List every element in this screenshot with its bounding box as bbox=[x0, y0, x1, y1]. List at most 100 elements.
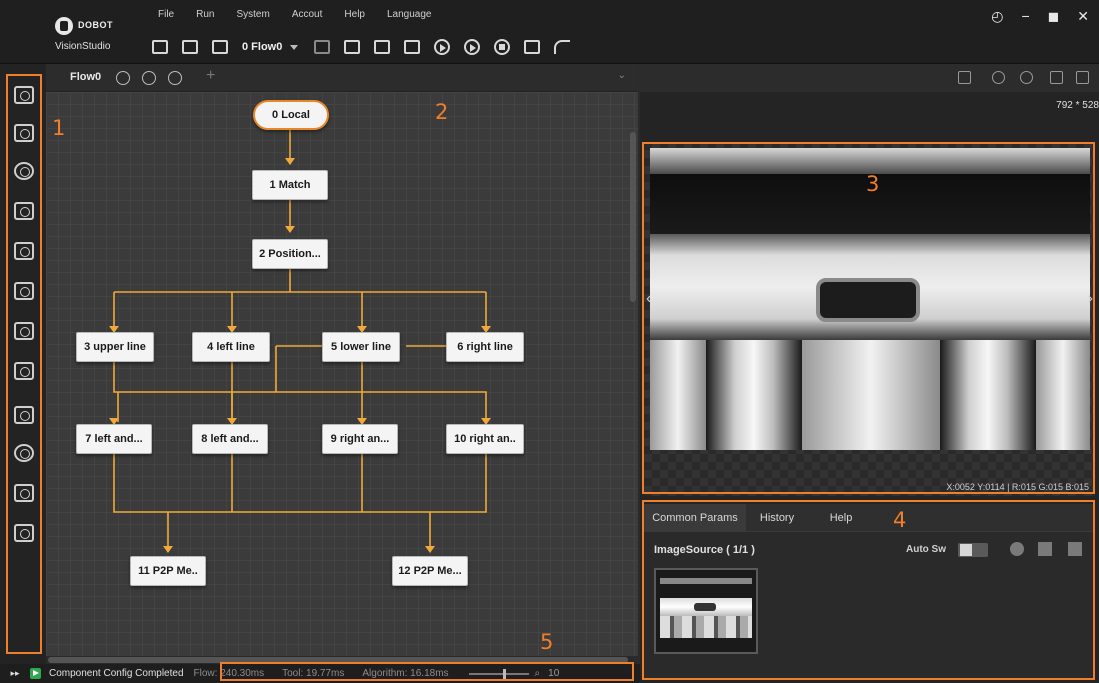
window-controls: ◴ − ◼ ✕ bbox=[991, 8, 1089, 25]
pixel-info: X:0052 Y:0114 | R:015 G:015 B:015 bbox=[946, 482, 1089, 492]
next-image-icon[interactable]: › bbox=[1088, 290, 1093, 308]
flow-node-left-and-2[interactable]: 8 left and... bbox=[192, 424, 268, 454]
scroll-thumb[interactable] bbox=[48, 657, 628, 663]
status-ok-icon bbox=[30, 668, 41, 679]
menu-help[interactable]: Help bbox=[344, 9, 365, 20]
params-panel: Common Params History Help ImageSource (… bbox=[644, 504, 1095, 680]
flow-node-lower-line[interactable]: 5 lower line bbox=[322, 332, 400, 362]
tab-help[interactable]: Help bbox=[808, 504, 874, 532]
flow-node-right-line[interactable]: 6 right line bbox=[446, 332, 524, 362]
align-icon[interactable] bbox=[14, 322, 34, 340]
calibrate-icon[interactable] bbox=[14, 282, 34, 300]
flow-node-p2p-12[interactable]: 12 P2P Me... bbox=[392, 556, 468, 586]
zoom-slider-knob[interactable] bbox=[502, 668, 506, 679]
frame-icon[interactable] bbox=[524, 40, 541, 54]
toolbox bbox=[0, 64, 46, 664]
brand-name: DOBOT bbox=[78, 20, 113, 30]
menu-bar: File Run System Accout Help Language bbox=[158, 9, 453, 20]
fullscreen-icon[interactable] bbox=[1076, 71, 1089, 84]
image-block bbox=[650, 340, 706, 450]
zoom-out-icon[interactable] bbox=[1020, 71, 1033, 84]
zoom-slider[interactable] bbox=[468, 668, 529, 679]
flow-vertical-scrollbar[interactable] bbox=[630, 132, 636, 302]
add-icon[interactable] bbox=[1010, 542, 1024, 556]
delete-icon[interactable] bbox=[1068, 542, 1082, 556]
vm-icon[interactable] bbox=[374, 40, 391, 54]
image-block bbox=[940, 340, 1036, 450]
logic-icon[interactable] bbox=[14, 444, 34, 462]
prev-image-icon[interactable]: ‹ bbox=[646, 290, 651, 308]
recognize-icon[interactable] bbox=[14, 242, 34, 260]
algorithm-time: Algorithm: 16.18ms bbox=[362, 668, 449, 679]
device-icon[interactable] bbox=[404, 40, 421, 54]
tools-icon[interactable] bbox=[14, 86, 34, 104]
expand-icon[interactable]: ▸▸ bbox=[0, 668, 30, 679]
auto-switch-label: Auto Sw bbox=[906, 544, 946, 555]
flow-horizontal-scrollbar[interactable] bbox=[46, 656, 638, 664]
menu-language[interactable]: Language bbox=[387, 9, 432, 20]
flow-node-right-and-2[interactable]: 10 right an.. bbox=[446, 424, 524, 454]
tab-history[interactable]: History bbox=[746, 504, 808, 532]
if-icon[interactable] bbox=[14, 484, 34, 502]
close-icon[interactable]: ✕ bbox=[1077, 8, 1089, 25]
add-flow-icon[interactable]: + bbox=[206, 67, 215, 85]
measure-icon[interactable] bbox=[14, 202, 34, 220]
open-folder-icon[interactable] bbox=[212, 40, 228, 54]
flow-node-upper-line[interactable]: 3 upper line bbox=[76, 332, 154, 362]
menu-system[interactable]: System bbox=[236, 9, 269, 20]
app-logo: DOBOT VisionStudio bbox=[55, 13, 145, 55]
fit-window-icon[interactable] bbox=[958, 71, 971, 84]
annotation-number-5: 5 bbox=[540, 630, 554, 654]
tool-time: Tool: 19.77ms bbox=[282, 668, 345, 679]
save-icon[interactable] bbox=[182, 40, 198, 54]
flow-node-right-and-1[interactable]: 9 right an... bbox=[322, 424, 398, 454]
camera-icon[interactable] bbox=[14, 124, 34, 142]
flow-node-p2p-11[interactable]: 11 P2P Me.. bbox=[130, 556, 206, 586]
tab-common-params[interactable]: Common Params bbox=[644, 504, 746, 532]
image-block bbox=[1036, 340, 1090, 450]
chevron-down-icon[interactable] bbox=[290, 44, 299, 50]
new-solution-icon[interactable] bbox=[152, 40, 168, 54]
tab-flow0[interactable]: Flow0 bbox=[70, 71, 101, 83]
stop-icon[interactable] bbox=[494, 39, 511, 55]
flow-time: Flow: 240.30ms bbox=[193, 668, 265, 679]
menu-file[interactable]: File bbox=[158, 9, 174, 20]
chevron-down-icon[interactable]: ⌄ bbox=[618, 70, 626, 81]
run-flow-icon[interactable] bbox=[116, 71, 130, 85]
run-loop-icon[interactable] bbox=[464, 39, 481, 55]
settings-icon[interactable]: ◴ bbox=[991, 8, 1003, 25]
menu-run[interactable]: Run bbox=[196, 9, 214, 20]
zoom-in-icon[interactable] bbox=[992, 71, 1005, 84]
run-once-icon[interactable] bbox=[434, 39, 451, 55]
image-resolution: 792 * 528 bbox=[1056, 100, 1099, 111]
folder-icon[interactable] bbox=[1038, 542, 1052, 556]
loop-flow-icon[interactable] bbox=[142, 71, 156, 85]
flow-select[interactable]: 0 Flow0 bbox=[242, 41, 282, 53]
flow-node-match[interactable]: 1 Match bbox=[252, 170, 328, 200]
color-icon[interactable] bbox=[14, 406, 34, 424]
flow-tab-bar: Flow0 + ⌄ bbox=[46, 64, 638, 92]
zoom-value: 10 bbox=[548, 668, 560, 679]
flow-panel: Flow0 + ⌄ 0 Local 1 Match 2 Position... … bbox=[46, 64, 638, 664]
image-process-icon[interactable] bbox=[14, 362, 34, 380]
menu-account[interactable]: Accout bbox=[292, 9, 323, 20]
minimize-icon[interactable]: − bbox=[1021, 8, 1029, 25]
flow-node-position[interactable]: 2 Position... bbox=[252, 239, 328, 269]
locate-icon[interactable] bbox=[14, 162, 34, 180]
auto-switch-toggle[interactable] bbox=[958, 543, 988, 557]
comm-icon[interactable] bbox=[14, 524, 34, 542]
status-message: Component Config Completed bbox=[49, 668, 184, 679]
image-thumbnail[interactable] bbox=[654, 568, 758, 654]
thumb-region bbox=[660, 578, 752, 584]
thumb-region bbox=[694, 603, 716, 611]
flow-node-local[interactable]: 0 Local bbox=[253, 100, 329, 130]
network-icon[interactable] bbox=[344, 40, 361, 54]
undo-icon[interactable] bbox=[554, 40, 571, 54]
stop-flow-icon[interactable] bbox=[168, 71, 182, 85]
layers-icon[interactable] bbox=[314, 40, 331, 54]
actual-size-icon[interactable] bbox=[1050, 71, 1063, 84]
flow-node-left-and-1[interactable]: 7 left and... bbox=[76, 424, 152, 454]
flow-canvas[interactable]: 0 Local 1 Match 2 Position... 3 upper li… bbox=[46, 92, 638, 656]
flow-node-left-line[interactable]: 4 left line bbox=[192, 332, 270, 362]
maximize-icon[interactable]: ◼ bbox=[1048, 8, 1060, 25]
